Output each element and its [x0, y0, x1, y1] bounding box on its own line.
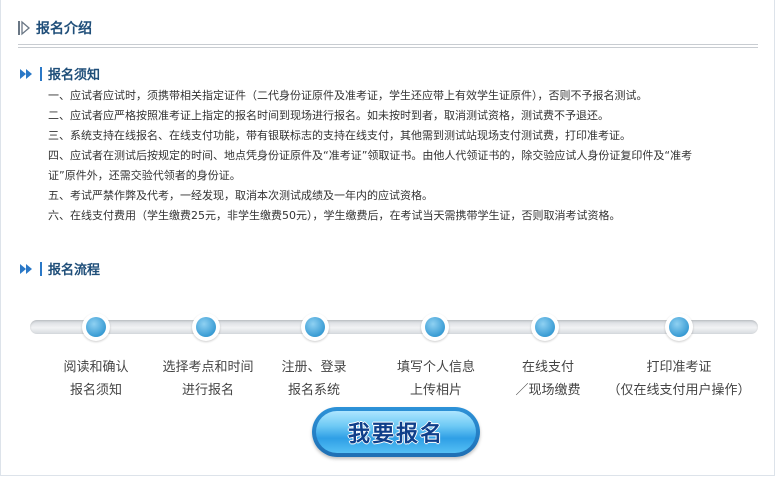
play-bar-icon [18, 20, 30, 36]
register-button-face[interactable]: 我要报名 [316, 411, 476, 453]
header-divider [18, 44, 758, 45]
step-line: 打印准考证 [646, 360, 712, 375]
process-title: 报名流程 [48, 263, 101, 278]
step-line: 选择考点和时间 [162, 360, 254, 375]
content-frame [0, 0, 775, 476]
step-marker-5 [531, 313, 559, 341]
step-line: 注册、登录 [281, 360, 347, 375]
step-marker-1 [82, 313, 110, 341]
notice-item: 二、应试者应严格按照准考证上指定的报名时间到现场进行报名。如未按时到者，取消测试… [48, 109, 609, 122]
step-line: 上传相片 [409, 383, 462, 398]
step-line: 填写个人信息 [396, 360, 475, 375]
notice-item: 四、应试者在测试后按规定的时间、地点凭身份证原件及“准考证”领取证书。由他人代领… [48, 149, 693, 162]
step-marker-6 [665, 313, 693, 341]
double-arrow-icon [20, 263, 32, 274]
register-button[interactable]: 我要报名 [312, 407, 480, 457]
step-marker-4 [421, 313, 449, 341]
notice-item: 六、在线支付费用（学生缴费25元，非学生缴费50元），学生缴费后，在考试当天需携… [48, 209, 621, 222]
process-step-3: 注册、登录 报名系统 [264, 356, 364, 402]
step-line: （仅在线支付用户操作） [607, 383, 751, 398]
step-line: 阅读和确认 [63, 360, 129, 375]
process-step-1: 阅读和确认 报名须知 [46, 356, 146, 402]
step-line: 报名系统 [287, 383, 340, 398]
step-line: 报名须知 [69, 383, 122, 398]
notice-item: 三、系统支持在线报名、在线支付功能，带有银联标志的支持在线支付，其他需到测试站现… [48, 129, 631, 142]
double-arrow-icon [20, 68, 32, 79]
step-marker-2 [192, 313, 220, 341]
process-step-4: 填写个人信息 上传相片 [376, 356, 496, 402]
register-button-label: 我要报名 [347, 422, 444, 447]
section-bar [40, 66, 42, 81]
step-marker-3 [301, 313, 329, 341]
step-line: 进行报名 [181, 383, 234, 398]
notice-item: 五、考试严禁作弊及代考，一经发现，取消本次测试成绩及一年内的应试资格。 [48, 189, 433, 202]
process-section-header: 报名流程 [20, 259, 100, 278]
step-line: 在线支付 [521, 360, 574, 375]
notice-title: 报名须知 [48, 68, 101, 83]
process-step-2: 选择考点和时间 进行报名 [146, 356, 270, 402]
process-track [30, 320, 758, 334]
process-step-6: 打印准考证 （仅在线支付用户操作） [598, 356, 760, 402]
notice-list: 一、应试者应试时，须携带相关指定证件（二代身份证原件及准考证，学生还应带上有效学… [48, 86, 772, 226]
page-header: 报名介绍 [18, 18, 92, 38]
notice-section-header: 报名须知 [20, 64, 100, 83]
notice-item: 一、应试者应试时，须携带相关指定证件（二代身份证原件及准考证，学生还应带上有效学… [48, 89, 648, 102]
process-step-5: 在线支付 ／现场缴费 [498, 356, 598, 402]
page-title: 报名介绍 [36, 21, 92, 37]
section-bar [40, 261, 42, 276]
step-line: ／现场缴费 [515, 383, 581, 398]
header-divider-2 [18, 47, 758, 48]
notice-item: 证”原件外，还需交验代领者的身份证。 [48, 169, 241, 182]
